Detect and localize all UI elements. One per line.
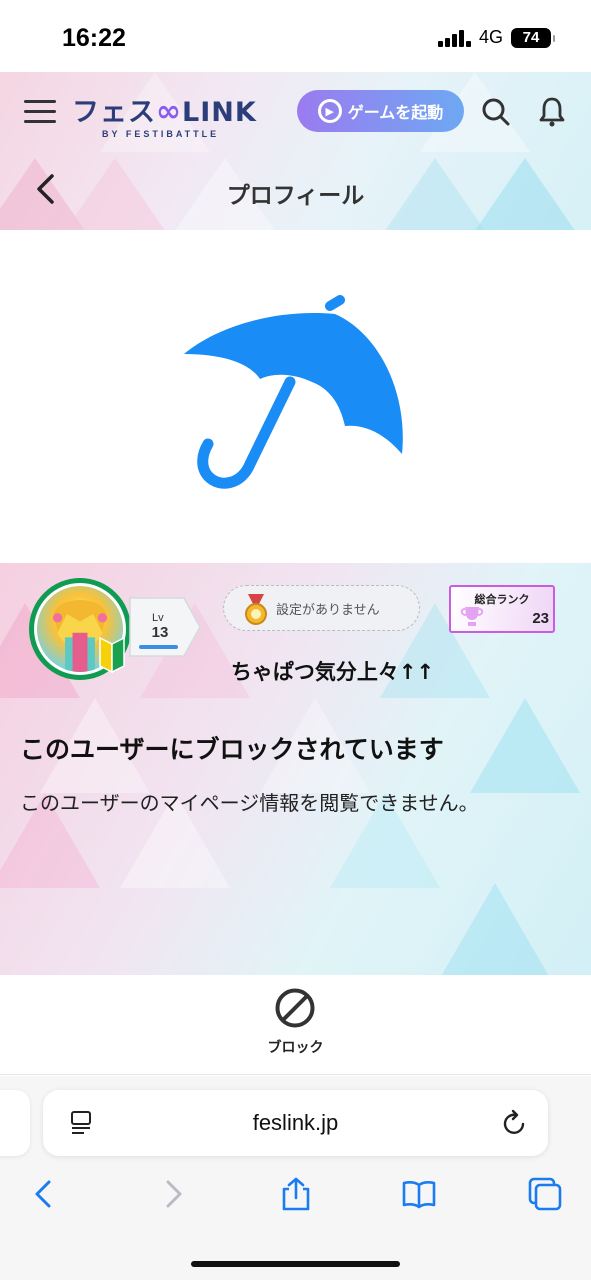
profile-image-area bbox=[0, 230, 591, 563]
reload-icon[interactable] bbox=[501, 1109, 529, 1137]
logo[interactable]: フェス∞LINK BY FESTIBATTLE bbox=[72, 90, 256, 140]
network-type: 4G bbox=[478, 27, 503, 47]
browser-chrome: feslink.jp bbox=[0, 1076, 591, 1280]
tabs-icon[interactable] bbox=[527, 1176, 563, 1212]
level-progress-bar bbox=[139, 645, 178, 649]
user-nickname: ちゃぱつ気分上々↑↑ bbox=[230, 660, 435, 684]
action-bar: ブロック bbox=[0, 975, 591, 1075]
launch-game-button[interactable]: ▶ ゲームを起動 bbox=[297, 90, 464, 132]
back-icon[interactable] bbox=[27, 1176, 63, 1212]
url-text: feslink.jp bbox=[252, 1110, 339, 1135]
launch-game-label: ゲームを起動 bbox=[347, 103, 444, 122]
forward-icon[interactable] bbox=[155, 1176, 191, 1212]
umbrella-icon bbox=[184, 295, 403, 489]
battery-icon: 74 bbox=[511, 27, 555, 48]
status-indicators: 4G 74 bbox=[437, 27, 555, 48]
home-indicator bbox=[191, 1261, 400, 1267]
logo-subtitle: BY FESTIBATTLE bbox=[102, 129, 220, 139]
level-label: Lv bbox=[152, 612, 164, 624]
play-icon: ▶ bbox=[317, 99, 342, 123]
logo-text-link: LINK bbox=[182, 97, 257, 128]
signal-icon bbox=[437, 29, 471, 47]
title-badge-text: 設定がありません bbox=[276, 602, 380, 618]
address-bar[interactable]: feslink.jp bbox=[43, 1090, 548, 1156]
beginner-mark-icon bbox=[99, 636, 125, 674]
level-value: 13 bbox=[151, 624, 169, 641]
block-icon[interactable] bbox=[274, 987, 316, 1029]
bookmarks-icon[interactable] bbox=[401, 1176, 437, 1212]
menu-icon[interactable] bbox=[24, 100, 56, 124]
blocked-heading: このユーザーにブロックされています bbox=[20, 735, 444, 764]
trophy-icon bbox=[460, 607, 484, 626]
rank-value: 23 bbox=[532, 610, 549, 627]
medal-icon bbox=[245, 594, 267, 625]
status-time: 16:22 bbox=[62, 24, 126, 52]
app-header: フェス∞LINK BY FESTIBATTLE ▶ ゲームを起動 bbox=[0, 72, 591, 150]
page-titlebar: プロフィール bbox=[0, 150, 591, 230]
logo-text: フェス bbox=[72, 97, 156, 128]
share-icon[interactable] bbox=[278, 1176, 314, 1212]
page-title: プロフィール bbox=[226, 183, 365, 209]
blocked-description: このユーザーのマイページ情報を閲覧できません。 bbox=[20, 791, 479, 815]
previous-tab-preview[interactable] bbox=[0, 1090, 30, 1156]
search-icon[interactable] bbox=[481, 97, 511, 127]
status-bar: 16:22 4G 74 bbox=[0, 0, 591, 72]
bell-icon[interactable] bbox=[537, 96, 567, 128]
block-button-label[interactable]: ブロック bbox=[0, 1037, 591, 1057]
overall-rank-badge[interactable]: 総合ランク 23 bbox=[449, 585, 555, 633]
